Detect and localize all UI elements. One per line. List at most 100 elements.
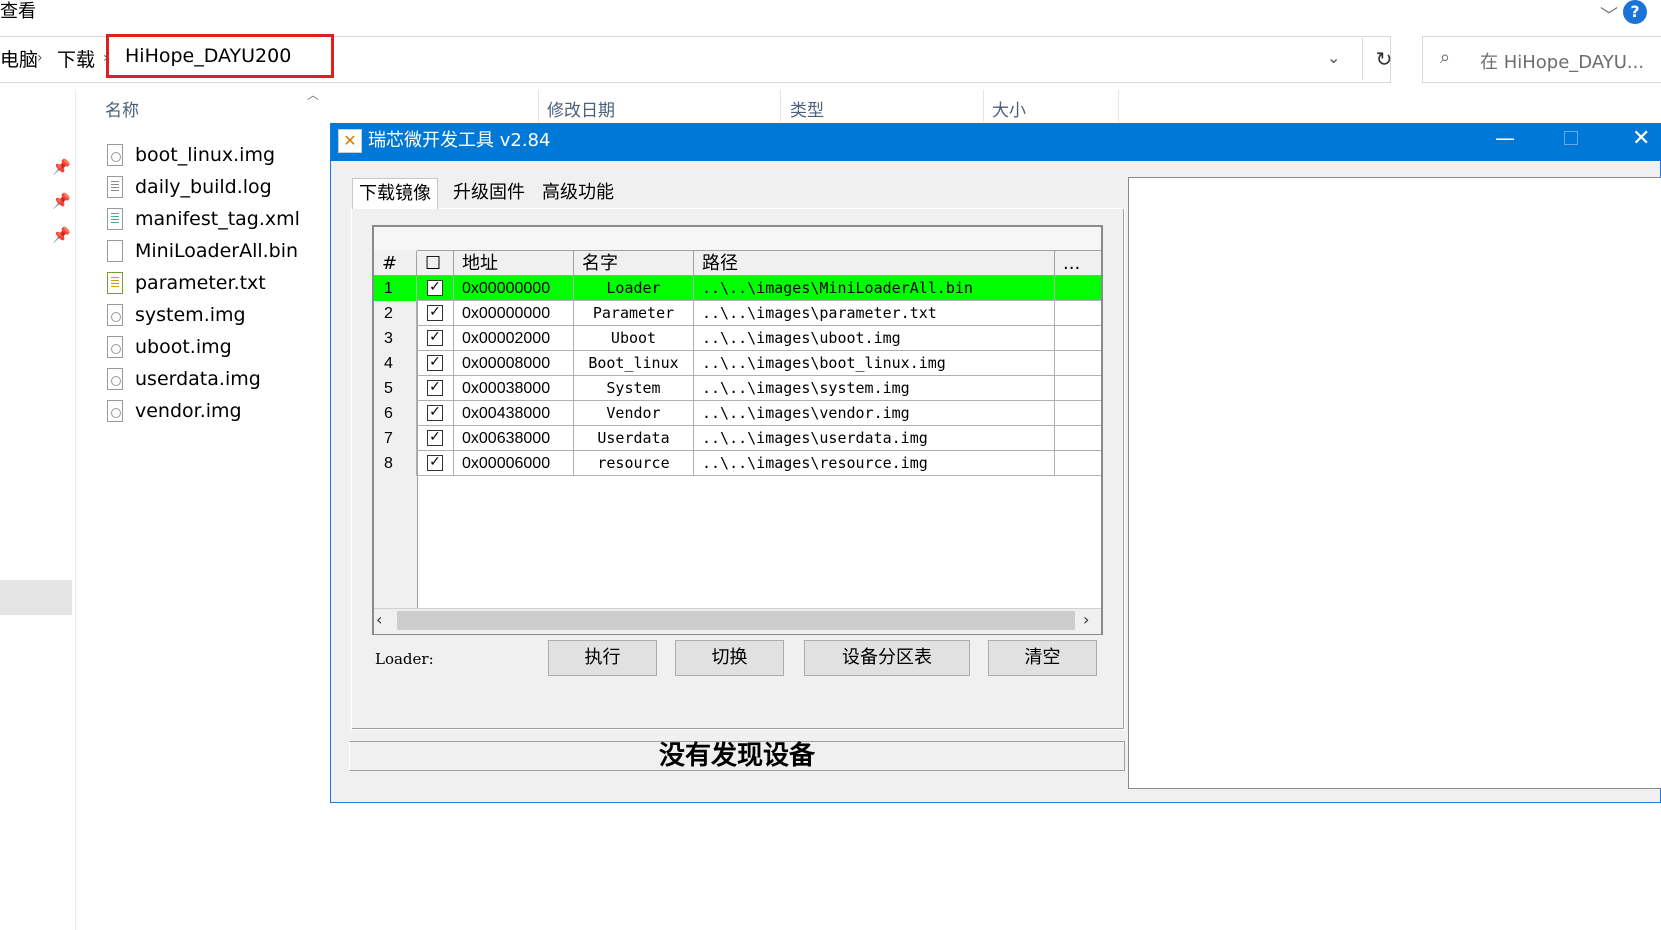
checkmark-icon[interactable]: ✓: [427, 280, 443, 296]
app-tools-icon[interactable]: ✕: [338, 129, 362, 153]
row-path[interactable]: ..\..\images\boot_linux.img: [694, 351, 1055, 376]
row-path[interactable]: ..\..\images\vendor.img: [694, 401, 1055, 426]
row-browse-cell[interactable]: [1055, 301, 1101, 326]
clear-button[interactable]: 清空: [988, 640, 1097, 676]
execute-button[interactable]: 执行: [548, 640, 657, 676]
switch-button[interactable]: 切换: [675, 640, 784, 676]
grid-header-path[interactable]: 路径: [694, 251, 1055, 276]
row-checkbox[interactable]: ✓: [417, 451, 454, 476]
row-name[interactable]: Userdata: [574, 426, 694, 451]
row-address[interactable]: 0x00002000: [454, 326, 574, 351]
column-divider[interactable]: [538, 90, 539, 122]
row-path[interactable]: ..\..\images\parameter.txt: [694, 301, 1055, 326]
row-browse-cell[interactable]: [1055, 376, 1101, 401]
checkmark-icon[interactable]: ✓: [427, 405, 443, 421]
checkmark-icon[interactable]: ✓: [427, 305, 443, 321]
row-number: 1: [374, 276, 417, 301]
row-address[interactable]: 0x00038000: [454, 376, 574, 401]
tab-upgrade-firmware[interactable]: 升级固件: [447, 178, 531, 208]
column-divider[interactable]: [1118, 90, 1119, 122]
column-divider[interactable]: [983, 90, 984, 122]
row-browse-cell[interactable]: [1055, 276, 1101, 301]
row-path[interactable]: ..\..\images\uboot.img: [694, 326, 1055, 351]
row-path[interactable]: ..\..\images\resource.img: [694, 451, 1055, 476]
grid-header-number[interactable]: #: [374, 251, 417, 276]
row-name[interactable]: Loader: [574, 276, 694, 301]
scroll-right-icon[interactable]: ›: [1083, 610, 1089, 629]
disk-image-icon: [107, 400, 123, 422]
row-browse-cell[interactable]: [1055, 326, 1101, 351]
column-header-size[interactable]: 大小: [992, 96, 1026, 121]
row-name[interactable]: Boot_linux: [574, 351, 694, 376]
row-name[interactable]: Vendor: [574, 401, 694, 426]
table-row[interactable]: 4 ✓ 0x00008000 Boot_linux ..\..\images\b…: [374, 351, 1101, 376]
disk-image-icon: [107, 368, 123, 390]
column-header-name[interactable]: 名称: [105, 96, 139, 121]
pin-icon[interactable]: 📌: [52, 192, 71, 210]
row-path[interactable]: ..\..\images\MiniLoaderAll.bin: [694, 276, 1055, 301]
checkmark-icon[interactable]: ✓: [427, 430, 443, 446]
row-name[interactable]: Parameter: [574, 301, 694, 326]
breadcrumb-current-folder[interactable]: HiHope_DAYU200: [106, 34, 334, 78]
nav-item-selected[interactable]: [0, 580, 72, 615]
grid-header-name[interactable]: 名字: [574, 251, 694, 276]
row-name[interactable]: resource: [574, 451, 694, 476]
row-checkbox[interactable]: ✓: [417, 351, 454, 376]
tab-advanced[interactable]: 高级功能: [536, 178, 620, 208]
checkmark-icon[interactable]: ✓: [427, 455, 443, 471]
table-row[interactable]: 2 ✓ 0x00000000 Parameter ..\..\images\pa…: [374, 301, 1101, 326]
table-row[interactable]: 8 ✓ 0x00006000 resource ..\..\images\res…: [374, 451, 1101, 476]
column-divider[interactable]: [780, 90, 781, 122]
view-menu[interactable]: 查看: [0, 0, 36, 24]
grid-header-more[interactable]: ...: [1055, 251, 1101, 276]
row-address[interactable]: 0x00006000: [454, 451, 574, 476]
pin-icon[interactable]: 📌: [52, 226, 71, 244]
table-row[interactable]: 3 ✓ 0x00002000 Uboot ..\..\images\uboot.…: [374, 326, 1101, 351]
row-checkbox[interactable]: ✓: [417, 276, 454, 301]
table-row[interactable]: 5 ✓ 0x00038000 System ..\..\images\syste…: [374, 376, 1101, 401]
row-path[interactable]: ..\..\images\userdata.img: [694, 426, 1055, 451]
expand-ribbon-icon[interactable]: ﹀: [1600, 2, 1618, 28]
tab-download-image[interactable]: 下载镜像: [352, 178, 438, 209]
checkmark-icon[interactable]: ✓: [427, 355, 443, 371]
column-header-type[interactable]: 类型: [790, 96, 824, 121]
refresh-icon[interactable]: ↻: [1362, 38, 1405, 80]
row-address[interactable]: 0x00438000: [454, 401, 574, 426]
help-icon[interactable]: ?: [1623, 0, 1647, 24]
row-address[interactable]: 0x00638000: [454, 426, 574, 451]
table-row[interactable]: 7 ✓ 0x00638000 Userdata ..\..\images\use…: [374, 426, 1101, 451]
row-checkbox[interactable]: ✓: [417, 326, 454, 351]
row-checkbox[interactable]: ✓: [417, 426, 454, 451]
maximize-icon[interactable]: [1564, 131, 1578, 145]
table-row[interactable]: 6 ✓ 0x00438000 Vendor ..\..\images\vendo…: [374, 401, 1101, 426]
row-name[interactable]: Uboot: [574, 326, 694, 351]
scroll-left-icon[interactable]: ‹: [376, 610, 382, 629]
column-header-modified[interactable]: 修改日期: [547, 96, 615, 121]
breadcrumb-separator-icon[interactable]: ›: [37, 50, 43, 66]
table-row[interactable]: 1 ✓ 0x00000000 Loader ..\..\images\MiniL…: [374, 276, 1101, 301]
breadcrumb-this-pc[interactable]: 电脑: [0, 45, 38, 72]
row-address[interactable]: 0x00000000: [454, 276, 574, 301]
checkmark-icon[interactable]: ✓: [427, 330, 443, 346]
row-address[interactable]: 0x00008000: [454, 351, 574, 376]
row-name[interactable]: System: [574, 376, 694, 401]
address-history-dropdown-icon[interactable]: ⌄: [1327, 48, 1340, 67]
row-checkbox[interactable]: ✓: [417, 376, 454, 401]
scrollbar-thumb[interactable]: [397, 611, 1075, 630]
row-address[interactable]: 0x00000000: [454, 301, 574, 326]
row-browse-cell[interactable]: [1055, 426, 1101, 451]
grid-header-address[interactable]: 地址: [454, 251, 574, 276]
partition-table-button[interactable]: 设备分区表: [804, 640, 970, 676]
minimize-icon[interactable]: —: [1495, 126, 1515, 150]
checkmark-icon[interactable]: ✓: [427, 380, 443, 396]
row-browse-cell[interactable]: [1055, 451, 1101, 476]
row-checkbox[interactable]: ✓: [417, 401, 454, 426]
row-path[interactable]: ..\..\images\system.img: [694, 376, 1055, 401]
row-browse-cell[interactable]: [1055, 351, 1101, 376]
breadcrumb-downloads[interactable]: 下载: [57, 45, 95, 72]
row-browse-cell[interactable]: [1055, 401, 1101, 426]
close-icon[interactable]: ✕: [1632, 126, 1650, 151]
grid-header-select-all[interactable]: ☐: [417, 251, 454, 276]
row-checkbox[interactable]: ✓: [417, 301, 454, 326]
pin-icon[interactable]: 📌: [52, 158, 71, 176]
